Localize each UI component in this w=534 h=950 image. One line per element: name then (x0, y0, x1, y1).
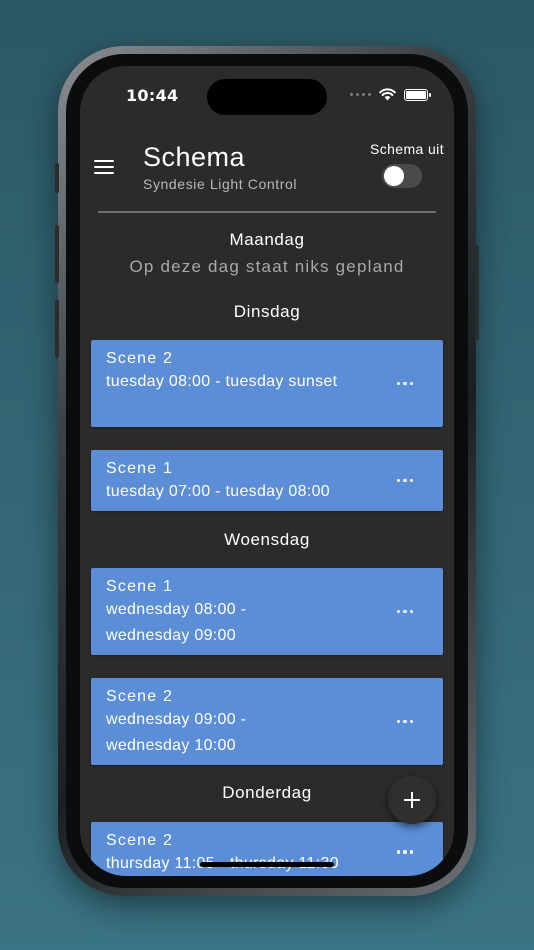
phone-power-button (475, 245, 479, 340)
schedule-card[interactable]: Scene 2 tuesday 08:00 - tuesday sunset (91, 340, 443, 427)
more-options-icon[interactable] (396, 381, 413, 385)
card-scene-name: Scene 1 (106, 578, 174, 595)
more-options-icon[interactable] (396, 478, 413, 482)
phone-silent-switch (55, 163, 59, 193)
day-header-wednesday: Woensdag (224, 530, 310, 549)
schedule-card[interactable]: Scene 2 wednesday 09:00 - wednesday 10:0… (91, 678, 443, 765)
battery-icon (404, 88, 431, 101)
day-header-tuesday: Dinsdag (233, 302, 301, 321)
status-time: 10:44 (126, 86, 179, 105)
status-icons (350, 88, 431, 101)
schedule-card[interactable]: Scene 1 tuesday 07:00 - tuesday 08:00 (91, 450, 443, 511)
schedule-toggle-label: Schema uit (369, 141, 444, 157)
more-options-icon[interactable] (396, 609, 413, 613)
header-divider (98, 211, 436, 213)
dynamic-island (207, 79, 327, 115)
page-title: Schema (143, 142, 246, 172)
card-scene-name: Scene 2 (106, 350, 174, 367)
add-schedule-button[interactable] (388, 776, 436, 824)
card-time-range: tuesday 08:00 - tuesday sunset (106, 373, 338, 390)
card-time-range: wednesday 09:00 - wednesday 10:00 (106, 711, 247, 754)
card-scene-name: Scene 2 (106, 832, 174, 849)
empty-day-message: Op deze dag staat niks gepland (129, 257, 405, 276)
wifi-icon (379, 88, 396, 101)
schedule-card[interactable]: Scene 2 thursday 11:05 - thursday 11:30 (91, 822, 443, 876)
cellular-signal-icon (350, 93, 371, 96)
page-subtitle: Syndesie Light Control (143, 176, 298, 192)
home-indicator[interactable] (200, 862, 334, 867)
phone-volume-up (55, 225, 59, 283)
phone-volume-down (55, 300, 59, 358)
schedule-card[interactable]: Scene 1 wednesday 08:00 - wednesday 09:0… (91, 568, 443, 655)
card-scene-name: Scene 2 (106, 688, 174, 705)
card-time-range: tuesday 07:00 - tuesday 08:00 (106, 483, 330, 500)
schedule-toggle[interactable] (382, 164, 422, 188)
card-time-range: wednesday 08:00 - wednesday 09:00 (106, 601, 247, 644)
toggle-knob (384, 166, 404, 186)
more-options-icon[interactable] (396, 850, 413, 854)
more-options-icon[interactable] (396, 719, 413, 723)
card-scene-name: Scene 1 (106, 460, 174, 477)
day-header-monday: Maandag (229, 230, 305, 249)
hamburger-menu-icon[interactable] (94, 160, 114, 176)
app-screen: 10:44 Schema Syndesie Light Control Sche… (80, 66, 454, 876)
